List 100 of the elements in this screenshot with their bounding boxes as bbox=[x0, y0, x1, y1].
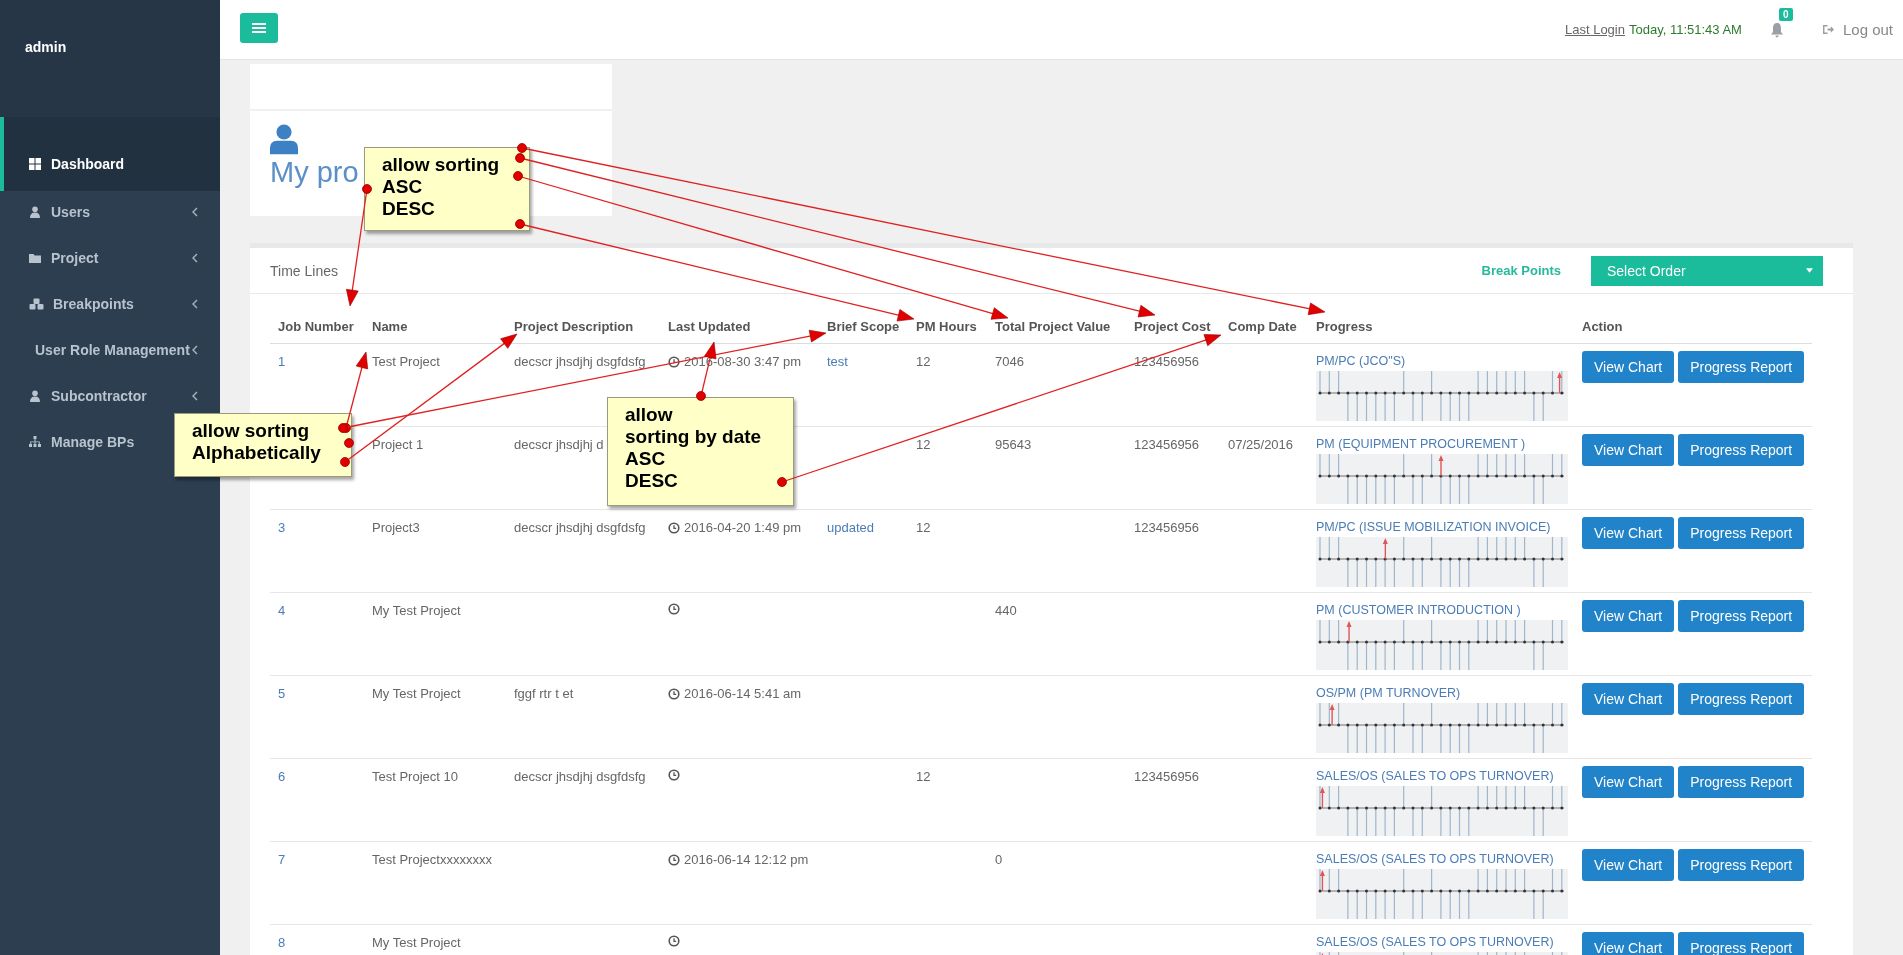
clock-icon bbox=[668, 355, 680, 368]
progress-stage-link[interactable]: SALES/OS (SALES TO OPS TURNOVER) bbox=[1316, 852, 1566, 866]
chevron-left-icon bbox=[192, 207, 198, 217]
table-cell: 2016-06-14 5:41 am bbox=[684, 686, 802, 701]
clock-icon bbox=[668, 603, 680, 615]
table-cell: decscr jhsdjhj dsgfdsfg bbox=[514, 354, 646, 369]
menu-button[interactable] bbox=[240, 12, 278, 43]
table-cell: 12 bbox=[916, 769, 931, 784]
table-cell: 7046 bbox=[995, 354, 1024, 369]
column-header[interactable]: Brief Scope bbox=[827, 319, 900, 334]
progress-stage-link[interactable]: PM (CUSTOMER INTRODUCTION ) bbox=[1316, 603, 1566, 617]
clock-icon bbox=[668, 935, 680, 947]
table-cell: My Test Project bbox=[372, 935, 461, 950]
annotation-note: allow sorting by date ASC DESC bbox=[607, 397, 794, 506]
sidebar-item[interactable]: Breakpoints bbox=[0, 281, 220, 327]
table-cell: fggf rtr t et bbox=[514, 686, 574, 701]
view-chart-button[interactable]: View Chart bbox=[1582, 849, 1675, 881]
view-chart-button[interactable]: View Chart bbox=[1582, 517, 1675, 549]
user-icon bbox=[29, 206, 41, 218]
menu-icon bbox=[252, 21, 266, 34]
table-cell: Test Projectxxxxxxxx bbox=[372, 852, 492, 867]
progress-report-button[interactable]: Progress Report bbox=[1678, 517, 1805, 549]
caret-icon bbox=[1806, 268, 1813, 273]
column-header[interactable]: Project Cost bbox=[1134, 319, 1211, 334]
column-header[interactable]: Name bbox=[372, 319, 408, 334]
sidebar-item[interactable]: Manage BPs bbox=[0, 419, 143, 465]
progress-stage-link[interactable]: PM/PC (JCO"S) bbox=[1316, 354, 1566, 368]
progress-stage-link[interactable]: SALES/OS (SALES TO OPS TURNOVER) bbox=[1316, 935, 1566, 949]
progress-stage-link[interactable]: PM/PC (ISSUE MOBILIZATION INVOICE) bbox=[1316, 520, 1566, 534]
annotation-note: allow sorting ASC DESC bbox=[364, 147, 530, 231]
brief-scope-link[interactable]: test bbox=[827, 354, 848, 369]
clock-icon bbox=[668, 687, 680, 700]
order-select[interactable]: Select Order bbox=[1591, 255, 1823, 286]
table-cell: 0 bbox=[995, 852, 1003, 867]
last-login-time: Today, 11:51:43 AM bbox=[1628, 22, 1742, 37]
progress-report-button[interactable]: Progress Report bbox=[1678, 932, 1805, 955]
user-icon bbox=[270, 123, 298, 155]
job-number-link[interactable]: 5 bbox=[278, 686, 286, 701]
table-cell: 12 bbox=[916, 520, 931, 535]
job-number-link[interactable]: 3 bbox=[278, 520, 286, 535]
table-cell: decscr jhsdjhj dsgfdsfg bbox=[514, 769, 646, 784]
table-cell: decscr jhsdjhj d bbox=[514, 437, 604, 452]
table-cell: 07/25/2016 bbox=[1228, 437, 1294, 452]
brief-scope-link[interactable]: updated bbox=[827, 520, 874, 535]
job-number-link[interactable]: 6 bbox=[278, 769, 286, 784]
view-chart-button[interactable]: View Chart bbox=[1582, 351, 1675, 383]
column-header[interactable]: PM Hours bbox=[916, 319, 977, 334]
bell-icon[interactable] bbox=[1769, 21, 1784, 38]
progress-report-button[interactable]: Progress Report bbox=[1678, 434, 1805, 466]
sidebar-item[interactable]: Project bbox=[0, 235, 220, 281]
folder-icon bbox=[29, 252, 41, 264]
progress-report-button[interactable]: Progress Report bbox=[1678, 766, 1805, 798]
progress-report-button[interactable]: Progress Report bbox=[1678, 849, 1805, 881]
progress-report-button[interactable]: Progress Report bbox=[1678, 351, 1805, 383]
view-chart-button[interactable]: View Chart bbox=[1582, 683, 1675, 715]
chevron-left-icon bbox=[192, 391, 198, 401]
sidebar-item[interactable]: User Role Management bbox=[0, 327, 220, 373]
table-cell: 12 bbox=[916, 437, 931, 452]
sidebar-item[interactable]: Users bbox=[0, 189, 220, 235]
view-chart-button[interactable]: View Chart bbox=[1582, 434, 1675, 466]
user-icon bbox=[29, 390, 41, 402]
break-points-label: Break Points bbox=[1481, 263, 1561, 278]
column-header[interactable]: Project Description bbox=[514, 319, 634, 334]
view-chart-button[interactable]: View Chart bbox=[1582, 766, 1675, 798]
logout-icon bbox=[1821, 24, 1835, 35]
table-cell: 123456956 bbox=[1134, 769, 1200, 784]
chevron-left-icon bbox=[192, 345, 198, 355]
table-cell: 2016-04-20 1:49 pm bbox=[684, 520, 802, 535]
logout-link[interactable]: Log out bbox=[1821, 21, 1893, 38]
chevron-left-icon bbox=[192, 253, 198, 263]
job-number-link[interactable]: 7 bbox=[278, 852, 286, 867]
page-title: My pro bbox=[270, 155, 359, 190]
last-login-link[interactable]: Last Login bbox=[1564, 22, 1625, 37]
column-header[interactable]: Last Updated bbox=[668, 319, 751, 334]
table-cell: 123456956 bbox=[1134, 520, 1200, 535]
table-cell: 12 bbox=[916, 354, 931, 369]
progress-stage-link[interactable]: PM (EQUIPMENT PROCUREMENT ) bbox=[1316, 437, 1566, 451]
grid-icon bbox=[29, 158, 41, 170]
job-number-link[interactable]: 8 bbox=[278, 935, 286, 950]
notification-count: 0 bbox=[1778, 7, 1793, 21]
cubes-icon bbox=[29, 298, 45, 310]
table-cell: 440 bbox=[995, 603, 1017, 618]
progress-report-button[interactable]: Progress Report bbox=[1678, 600, 1805, 632]
view-chart-button[interactable]: View Chart bbox=[1582, 600, 1675, 632]
view-chart-button[interactable]: View Chart bbox=[1582, 932, 1675, 955]
column-header[interactable]: Comp Date bbox=[1228, 319, 1297, 334]
clock-icon bbox=[668, 769, 680, 781]
column-header[interactable]: Action bbox=[1582, 319, 1623, 334]
column-header[interactable]: Progress bbox=[1316, 319, 1373, 334]
progress-report-button[interactable]: Progress Report bbox=[1678, 683, 1805, 715]
job-number-link[interactable]: 4 bbox=[278, 603, 286, 618]
progress-stage-link[interactable]: SALES/OS (SALES TO OPS TURNOVER) bbox=[1316, 769, 1566, 783]
progress-stage-link[interactable]: OS/PM (PM TURNOVER) bbox=[1316, 686, 1566, 700]
table-cell: My Test Project bbox=[372, 686, 461, 701]
sidebar-item[interactable]: Dashboard bbox=[0, 117, 220, 191]
table-cell: 95643 bbox=[995, 437, 1032, 452]
job-number-link[interactable]: 1 bbox=[278, 354, 286, 369]
column-header[interactable]: Total Project Value bbox=[995, 319, 1111, 334]
annotation-dot bbox=[344, 438, 354, 448]
column-header[interactable]: Job Number bbox=[278, 319, 354, 334]
